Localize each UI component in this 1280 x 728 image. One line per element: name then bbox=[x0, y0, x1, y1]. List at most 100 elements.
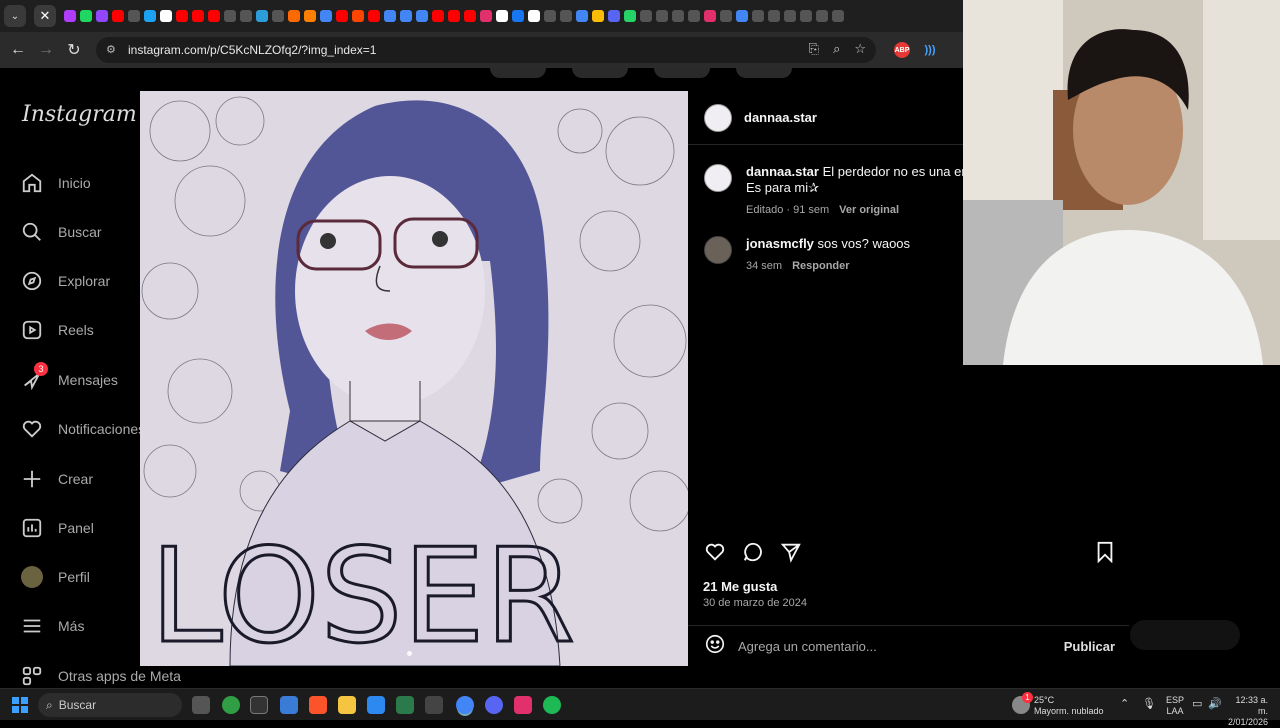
brave-icon[interactable] bbox=[309, 696, 327, 714]
author-avatar[interactable] bbox=[704, 103, 732, 132]
pinned-tab-favicon[interactable] bbox=[336, 10, 348, 22]
pinned-tab-favicon[interactable] bbox=[784, 10, 796, 22]
pinned-tab-favicon[interactable] bbox=[480, 10, 492, 22]
nav-reels[interactable]: Reels bbox=[20, 316, 94, 344]
site-info-icon[interactable]: ⚙ bbox=[106, 43, 120, 57]
pinned-tab-favicon[interactable] bbox=[720, 10, 732, 22]
pinned-tab-favicon[interactable] bbox=[528, 10, 540, 22]
pinned-tab-favicon[interactable] bbox=[656, 10, 668, 22]
nav-create[interactable]: Crear bbox=[20, 465, 93, 493]
pinned-tab-favicon[interactable] bbox=[368, 10, 380, 22]
clock[interactable]: 12:33 a. m. 2/01/2026 bbox=[1224, 695, 1268, 728]
pinned-tab-favicon[interactable] bbox=[304, 10, 316, 22]
pinned-tab-favicon[interactable] bbox=[224, 10, 236, 22]
store-icon[interactable] bbox=[280, 696, 298, 714]
discord-icon[interactable] bbox=[485, 696, 503, 714]
pinned-tab-favicon[interactable] bbox=[576, 10, 588, 22]
pinned-tab-favicon[interactable] bbox=[208, 10, 220, 22]
volume-icon[interactable]: 🔊 bbox=[1208, 697, 1222, 710]
pinned-tab-favicon[interactable] bbox=[64, 10, 76, 22]
author-username[interactable]: dannaa.star bbox=[744, 110, 817, 125]
spotify-icon[interactable] bbox=[543, 696, 561, 714]
pinned-tab-favicon[interactable] bbox=[688, 10, 700, 22]
pinned-tab-favicon[interactable] bbox=[608, 10, 620, 22]
pinned-tab-favicon[interactable] bbox=[592, 10, 604, 22]
pinned-tab-favicon[interactable] bbox=[768, 10, 780, 22]
omnibox[interactable]: ⚙ instagram.com/p/C5KcNLZOfq2/?img_index… bbox=[96, 37, 876, 63]
commenter-avatar[interactable] bbox=[704, 236, 732, 264]
reply-link[interactable]: Responder bbox=[792, 260, 849, 272]
share-icon[interactable] bbox=[780, 541, 802, 568]
pinned-tab-favicon[interactable] bbox=[496, 10, 508, 22]
pinned-tab-favicon[interactable] bbox=[752, 10, 764, 22]
pinned-tab-favicon[interactable] bbox=[736, 10, 748, 22]
reload-button[interactable]: ↻ bbox=[60, 36, 88, 64]
pinned-tab-favicon[interactable] bbox=[160, 10, 172, 22]
like-icon[interactable] bbox=[704, 541, 726, 568]
pinned-tab-favicon[interactable] bbox=[464, 10, 476, 22]
bookmark-star-icon[interactable]: ☆ bbox=[854, 41, 866, 57]
emoji-icon[interactable] bbox=[704, 633, 726, 660]
nav-home[interactable]: Inicio bbox=[20, 169, 91, 197]
app-icon[interactable] bbox=[250, 696, 268, 714]
app-icon[interactable] bbox=[222, 696, 240, 714]
pinned-tab-favicon[interactable] bbox=[704, 10, 716, 22]
comment-input[interactable] bbox=[738, 638, 1038, 654]
app-icon[interactable] bbox=[396, 696, 414, 714]
network-icon[interactable]: ▭ bbox=[1192, 697, 1202, 710]
pinned-tab-favicon[interactable] bbox=[560, 10, 572, 22]
pinned-tab-favicon[interactable] bbox=[832, 10, 844, 22]
pinned-tab-favicon[interactable] bbox=[272, 10, 284, 22]
pinned-tab-favicon[interactable] bbox=[816, 10, 828, 22]
nav-profile[interactable]: Perfil bbox=[20, 563, 90, 591]
nav-notifications[interactable]: Notificaciones bbox=[20, 415, 145, 443]
pinned-tab-favicon[interactable] bbox=[624, 10, 636, 22]
pinned-tab-favicon[interactable] bbox=[112, 10, 124, 22]
close-tab-button[interactable]: ✕ bbox=[34, 5, 56, 27]
tray-chevron-icon[interactable]: ⌃ bbox=[1120, 697, 1129, 710]
caption-avatar[interactable] bbox=[704, 164, 732, 192]
adblock-extension-icon[interactable]: ABP bbox=[894, 42, 910, 58]
app-icon[interactable] bbox=[425, 696, 443, 714]
pinned-tab-favicon[interactable] bbox=[400, 10, 412, 22]
pinned-tab-favicon[interactable] bbox=[544, 10, 556, 22]
tab-search-button[interactable]: ⌄ bbox=[4, 5, 26, 27]
publish-button[interactable]: Publicar bbox=[1064, 639, 1115, 654]
pinned-tab-favicon[interactable] bbox=[640, 10, 652, 22]
pinned-tab-favicon[interactable] bbox=[288, 10, 300, 22]
comment-icon[interactable] bbox=[742, 541, 764, 568]
nav-more[interactable]: Más bbox=[20, 612, 84, 640]
language-indicator[interactable]: ESP LAA bbox=[1166, 695, 1184, 717]
task-view-icon[interactable] bbox=[192, 696, 210, 714]
chrome-icon[interactable] bbox=[456, 696, 474, 714]
nav-search[interactable]: Buscar bbox=[20, 218, 102, 246]
pinned-tab-favicon[interactable] bbox=[512, 10, 524, 22]
pinned-tab-favicon[interactable] bbox=[432, 10, 444, 22]
pinned-tab-favicon[interactable] bbox=[800, 10, 812, 22]
save-icon[interactable] bbox=[1095, 541, 1115, 568]
post-image[interactable]: LOSER › bbox=[140, 91, 688, 666]
windows-start-icon[interactable] bbox=[12, 697, 28, 718]
pinned-tab-favicon[interactable] bbox=[240, 10, 252, 22]
nav-dashboard[interactable]: Panel bbox=[20, 514, 94, 542]
pinned-tab-favicon[interactable] bbox=[320, 10, 332, 22]
pinned-tab-favicon[interactable] bbox=[256, 10, 268, 22]
pinned-tab-favicon[interactable] bbox=[176, 10, 188, 22]
pinned-tab-favicon[interactable] bbox=[96, 10, 108, 22]
back-button[interactable]: ← bbox=[4, 36, 32, 64]
pinned-tab-favicon[interactable] bbox=[416, 10, 428, 22]
likes-count[interactable]: 21 Me gusta bbox=[703, 579, 777, 594]
caption-username[interactable]: dannaa.star bbox=[746, 164, 819, 179]
nav-messages[interactable]: 3 Mensajes bbox=[20, 362, 118, 394]
taskbar-search[interactable]: ⌕ Buscar bbox=[38, 693, 182, 717]
forward-button[interactable]: → bbox=[32, 36, 60, 64]
app-icon[interactable] bbox=[367, 696, 385, 714]
pinned-tab-favicon[interactable] bbox=[128, 10, 140, 22]
pinned-tab-favicon[interactable] bbox=[352, 10, 364, 22]
pinned-tab-favicon[interactable] bbox=[672, 10, 684, 22]
pinned-tab-favicon[interactable] bbox=[80, 10, 92, 22]
recent-messages-avatars[interactable] bbox=[1130, 620, 1240, 650]
install-app-icon[interactable]: ⎘ bbox=[809, 41, 819, 57]
audio-extension-icon[interactable]: ))) bbox=[922, 42, 938, 58]
comment-username[interactable]: jonasmcfly bbox=[746, 236, 814, 251]
